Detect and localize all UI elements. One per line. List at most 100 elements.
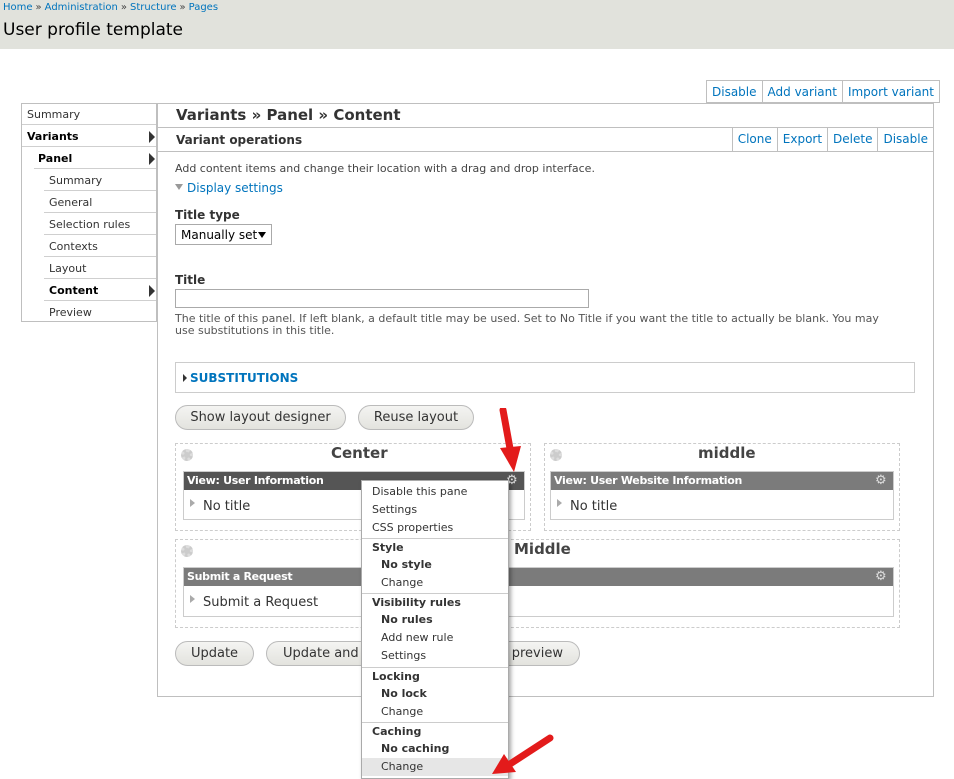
menu-style-value: No style (381, 558, 432, 571)
add-variant-link[interactable]: Add variant (761, 81, 842, 102)
breadcrumb-separator: » (35, 2, 42, 13)
display-settings-label: Display settings (187, 181, 283, 195)
menu-visibility-header: Visibility rules (362, 593, 508, 611)
nav-item-content[interactable]: Content (44, 280, 156, 301)
region-title: Middle (514, 540, 571, 558)
pane-title: Submit a Request (187, 570, 293, 583)
nav-item-label: Variants (27, 130, 79, 143)
nav-item-preview[interactable]: Preview (44, 302, 156, 323)
nav-item-layout[interactable]: Layout (44, 258, 156, 279)
expand-triangle-icon (183, 374, 187, 382)
title-label: Title (175, 273, 206, 287)
expand-arrow-icon (149, 153, 155, 165)
nav-item-label: Preview (49, 306, 92, 319)
delete-link[interactable]: Delete (827, 128, 877, 151)
menu-locking-value: No lock (381, 687, 427, 700)
nav-item-label: Summary (27, 108, 81, 121)
region-title: middle (698, 444, 756, 462)
menu-caching-header: Caching (362, 722, 508, 740)
menu-css-properties[interactable]: CSS properties (362, 519, 508, 537)
pane-body: No title (557, 499, 617, 514)
pane-user-website-information[interactable]: View: User Website Information ⚙ No title (550, 471, 894, 520)
nav-item-selection-rules[interactable]: Selection rules (44, 214, 156, 235)
breadcrumb-home[interactable]: Home (3, 2, 33, 13)
menu-visibility-value: No rules (381, 613, 433, 626)
page-actions: Disable Add variant Import variant (706, 80, 940, 103)
nav-item-label: Layout (49, 262, 87, 275)
menu-locking-change[interactable]: Change (362, 703, 508, 721)
dropdown-caret-icon (258, 232, 266, 238)
disable-link[interactable]: Disable (707, 81, 762, 102)
pane-title-bar: Submit a Request ⚙ (184, 568, 893, 586)
breadcrumb-pages[interactable]: Pages (189, 2, 218, 13)
pane-submit-a-request[interactable]: Submit a Request ⚙ Submit a Request (183, 567, 894, 617)
breadcrumb-separator: » (179, 2, 186, 13)
substitutions-fieldset[interactable]: SUBSTITUTIONS (175, 362, 915, 393)
nav-item-summary[interactable]: Summary (22, 104, 156, 125)
export-link[interactable]: Export (776, 128, 827, 151)
variant-operations: Clone Export Delete Disable (731, 127, 933, 152)
substitutions-label: SUBSTITUTIONS (190, 371, 299, 385)
import-variant-link[interactable]: Import variant (841, 81, 939, 102)
variant-operations-label: Variant operations (176, 133, 303, 147)
nav-item-variants[interactable]: Variants (22, 126, 156, 147)
gear-icon[interactable]: ⚙ (875, 570, 888, 583)
update-button[interactable]: Update (175, 641, 254, 666)
collapsed-triangle-icon (190, 595, 195, 603)
nav-item-label: Contexts (49, 240, 98, 253)
pane-body-text: No title (203, 499, 251, 514)
collapsed-triangle-icon (190, 499, 195, 507)
nav-item-label: General (49, 196, 93, 209)
menu-caching-value: No caching (381, 742, 450, 755)
pane-title: View: User Website Information (554, 474, 743, 487)
breadcrumb-structure[interactable]: Structure (130, 2, 177, 13)
menu-visibility-settings[interactable]: Settings (362, 647, 508, 665)
nav-item-contexts[interactable]: Contexts (44, 236, 156, 257)
pane-body-text: Submit a Request (203, 595, 319, 610)
left-nav: Summary Variants Panel Summary General S… (21, 103, 157, 322)
breadcrumb-administration[interactable]: Administration (45, 2, 118, 13)
collapsed-triangle-icon (557, 499, 562, 507)
title-type-label: Title type (175, 208, 240, 222)
menu-style-header: Style (362, 538, 508, 556)
collapse-triangle-icon (175, 184, 183, 190)
region-gear-icon[interactable] (181, 545, 193, 557)
nav-item-general[interactable]: General (44, 192, 156, 213)
nav-item-panel-summary[interactable]: Summary (44, 170, 156, 191)
expand-arrow-icon (149, 285, 155, 297)
clone-link[interactable]: Clone (733, 128, 777, 151)
pane-body-text: No title (570, 499, 618, 514)
title-type-value: Manually set (181, 228, 258, 242)
menu-disable-pane[interactable]: Disable this pane (362, 483, 508, 501)
pane-title-bar: View: User Website Information ⚙ (551, 472, 893, 490)
pane-gear-menu: Disable this pane Settings CSS propertie… (361, 480, 509, 779)
expand-arrow-icon (149, 131, 155, 143)
nav-item-label: Selection rules (49, 218, 131, 231)
pane-body: Submit a Request (190, 595, 318, 610)
title-input[interactable] (175, 289, 589, 308)
gear-icon[interactable]: ⚙ (875, 474, 888, 487)
breadcrumb: Home» Administration» Structure» Pages (3, 2, 218, 13)
title-description: The title of this panel. If left blank, … (175, 312, 879, 337)
display-settings-toggle[interactable]: Display settings (175, 181, 283, 195)
show-layout-designer-button[interactable]: Show layout designer (175, 405, 346, 430)
region-middle: middle View: User Website Information ⚙ N… (544, 443, 900, 531)
page-title: User profile template (3, 20, 183, 40)
nav-item-panel[interactable]: Panel (34, 148, 156, 169)
menu-caching-change[interactable]: Change (362, 758, 508, 776)
title-type-select[interactable]: Manually set (175, 224, 272, 245)
region-bottom-middle: Middle Submit a Request ⚙ Submit a Reques… (175, 539, 900, 628)
breadcrumb-separator: » (120, 2, 127, 13)
menu-add-new-rule[interactable]: Add new rule (362, 629, 508, 647)
menu-style-change[interactable]: Change (362, 574, 508, 592)
intro-text: Add content items and change their locat… (175, 162, 595, 175)
disable-variant-link[interactable]: Disable (877, 128, 933, 151)
region-gear-icon[interactable] (550, 449, 562, 461)
region-gear-icon[interactable] (181, 449, 193, 461)
menu-settings[interactable]: Settings (362, 501, 508, 519)
variant-operations-bar: Variant operations Clone Export Delete D… (158, 127, 933, 152)
main-heading: Variants » Panel » Content (176, 106, 401, 124)
reuse-layout-button[interactable]: Reuse layout (358, 405, 474, 430)
nav-item-label: Panel (38, 152, 73, 165)
nav-item-label: Summary (49, 174, 103, 187)
